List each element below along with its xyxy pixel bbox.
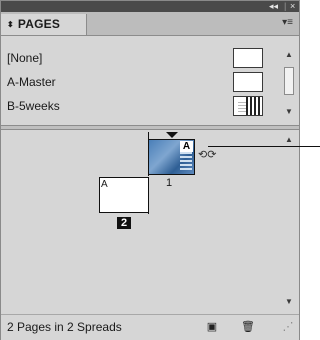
master-item-none[interactable]: [None] (1, 47, 271, 69)
pages-scrollbar[interactable]: ▲ ▼ (281, 131, 297, 313)
panel-titlebar: ◂◂ | × (1, 1, 299, 12)
scroll-down-icon[interactable]: ▼ (281, 107, 297, 116)
new-page-icon[interactable]: ▣ (203, 318, 221, 336)
master-thumbnail[interactable] (233, 72, 263, 92)
page-spine (148, 132, 149, 176)
masters-list: [None] A-Master B-5weeks ▲ ▼ (1, 47, 299, 123)
panel-splitter[interactable] (1, 125, 299, 130)
resize-grip-icon[interactable]: ⋰ (279, 318, 297, 336)
scroll-down-icon[interactable]: ▼ (281, 297, 297, 306)
panel-footer: 2 Pages in 2 Spreads ▣ 🗑 ⋰ (1, 314, 299, 340)
titlebar-separator: | (284, 1, 287, 11)
page-master-prefix: A (180, 141, 193, 152)
masters-scrollbar[interactable]: ▲ ▼ (281, 47, 297, 121)
master-item-label: A-Master (7, 75, 56, 89)
pages-area: A ⟲⟳ 1 A 2 ▲ ▼ (1, 131, 297, 313)
master-item-label: [None] (7, 51, 43, 65)
tab-expand-arrows-icon: ⬍ (7, 20, 14, 29)
page-number-2-selected: 2 (117, 217, 131, 229)
pages-status-text: 2 Pages in 2 Spreads (7, 320, 122, 334)
page-thumbnail-1[interactable]: A (148, 132, 195, 176)
master-item-b-5weeks[interactable]: B-5weeks (1, 95, 271, 117)
collapse-panel-icon[interactable]: ◂◂ (269, 1, 278, 12)
master-thumbnail[interactable] (233, 96, 263, 116)
pages-panel: ◂◂ | × ⬍ PAGES ▾≡ [None] A-Master B-5week… (0, 0, 300, 340)
scroll-up-icon[interactable]: ▲ (281, 50, 297, 59)
current-spread-marker-icon (166, 132, 178, 138)
page-number-1: 1 (166, 177, 173, 189)
masters-scroll-thumb[interactable] (284, 67, 294, 95)
master-item-label: B-5weeks (7, 99, 60, 113)
rotate-spread-icon: ⟲⟳ (198, 149, 217, 161)
tab-pages-label: PAGES (17, 17, 61, 31)
delete-page-icon[interactable]: 🗑 (239, 318, 257, 336)
tab-pages[interactable]: ⬍ PAGES (1, 14, 87, 35)
page-thumbnail-2[interactable]: A (99, 177, 149, 214)
scroll-up-icon[interactable]: ▲ (281, 135, 297, 144)
master-thumbnail[interactable] (233, 48, 263, 68)
panel-menu-icon[interactable]: ▾≡ (282, 17, 293, 28)
master-item-a-master[interactable]: A-Master (1, 71, 271, 93)
page-spine (148, 178, 149, 214)
panel-tab-row: ⬍ PAGES ▾≡ (1, 12, 299, 36)
page-image-detail (180, 152, 192, 170)
page-master-prefix: A (101, 179, 108, 190)
close-icon[interactable]: × (290, 1, 295, 12)
callout-line (208, 146, 320, 147)
